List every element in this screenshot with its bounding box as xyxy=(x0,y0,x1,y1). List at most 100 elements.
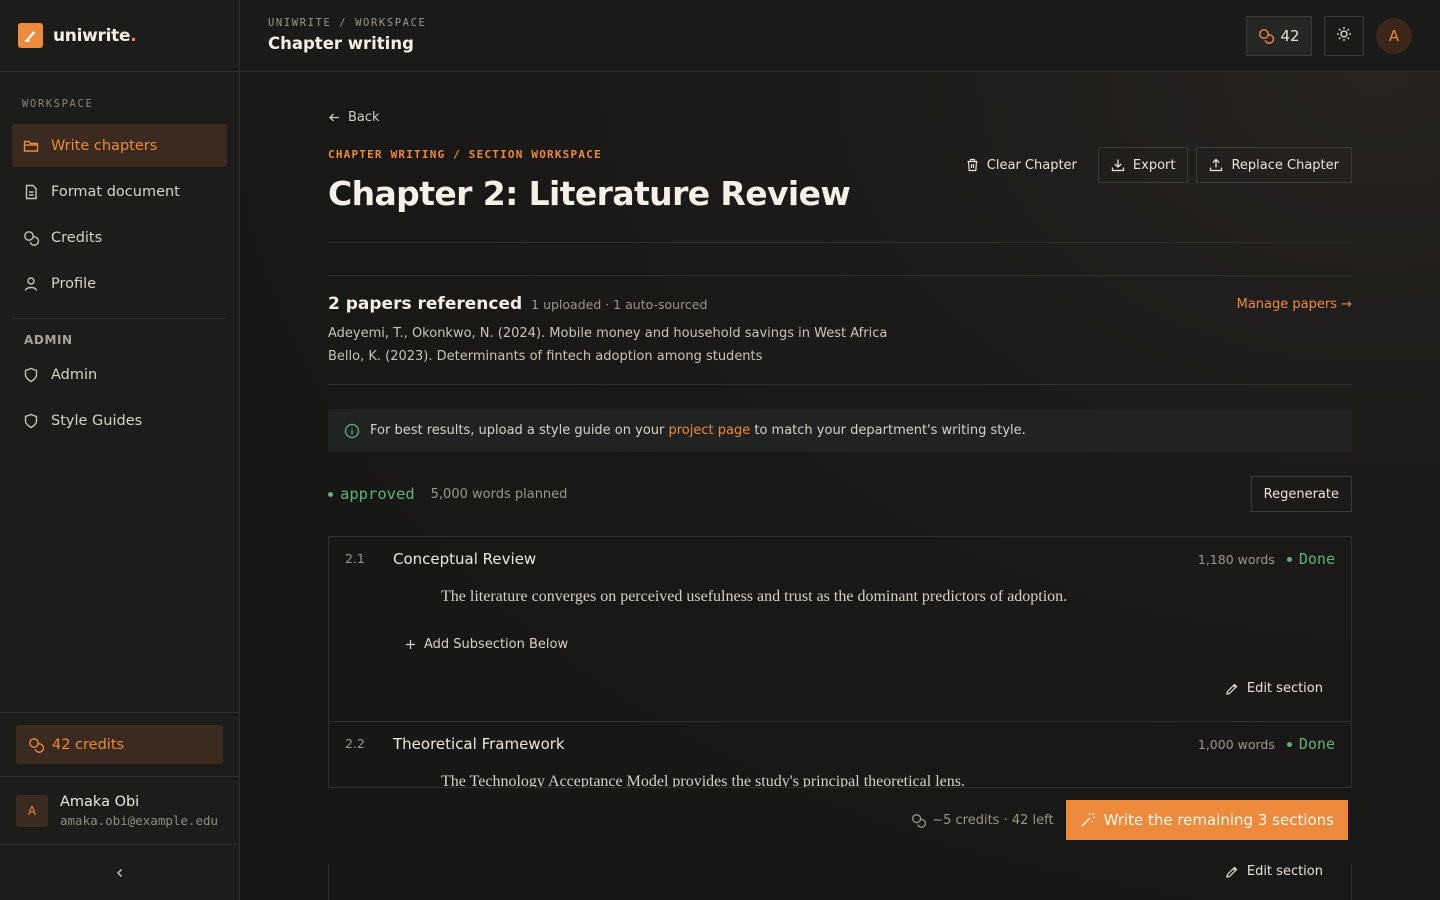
words-planned: 5,000 words planned xyxy=(430,486,568,502)
section-preview: The literature converges on perceived us… xyxy=(441,588,1068,605)
admin-section-label: ADMIN xyxy=(24,333,73,347)
document-icon xyxy=(23,184,39,200)
coins-icon xyxy=(28,737,44,753)
shield-icon xyxy=(23,367,39,383)
info-icon xyxy=(344,423,360,439)
plus-icon xyxy=(405,639,416,650)
avatar: A xyxy=(16,794,48,827)
manage-papers-link[interactable]: Manage papers → xyxy=(1237,297,1352,312)
regenerate-button[interactable]: Regenerate xyxy=(1250,476,1352,512)
section-word-count: 1,000 words xyxy=(1197,736,1275,752)
avatar[interactable]: A xyxy=(1376,18,1412,54)
sidebar-item-label: Credits xyxy=(51,229,103,246)
collapse-sidebar-button[interactable] xyxy=(0,844,239,900)
credits-label: 42 credits xyxy=(52,736,125,753)
paper-reference: Bello, K. (2023). Determinants of fintec… xyxy=(328,349,763,364)
main-content: Back CHAPTER WRITING / SECTION WORKSPACE… xyxy=(240,72,1440,900)
pencil-icon xyxy=(1225,865,1239,879)
section-preview: The Technology Acceptance Model provides… xyxy=(441,773,965,788)
brand-name: uniwrite. xyxy=(53,25,137,46)
sidebar-item-label: Admin xyxy=(51,366,98,383)
back-label: Back xyxy=(348,110,380,125)
project-page-link[interactable]: project page xyxy=(669,423,751,438)
upload-icon xyxy=(1209,158,1223,172)
theme-toggle-button[interactable] xyxy=(1324,16,1364,56)
section-number: 2.1 xyxy=(345,551,365,566)
papers-title: 2 papers referenced xyxy=(328,294,523,314)
sidebar-item-write-chapters[interactable]: Write chapters xyxy=(12,124,227,167)
edit-section-label: Edit section xyxy=(1246,681,1323,696)
section-card: Edit section xyxy=(328,864,1352,900)
back-link[interactable]: Back xyxy=(328,110,380,125)
status-dot xyxy=(1286,741,1292,747)
credit-count: 42 xyxy=(1280,27,1300,45)
sidebar-item-label: Write chapters xyxy=(51,137,158,154)
edit-section-button[interactable]: Edit section xyxy=(1225,864,1323,879)
pencil-icon xyxy=(1225,682,1239,696)
section-meta: 1,000 words Done xyxy=(1198,735,1335,753)
papers-subtitle: 1 uploaded · 1 auto-sourced xyxy=(531,297,708,312)
notice-text: For best results, upload a style guide o… xyxy=(370,423,1026,438)
add-subsection-button[interactable]: Add Subsection Below xyxy=(405,637,568,652)
sidebar-item-style-guides[interactable]: Style Guides xyxy=(12,399,227,442)
credit-balance-button[interactable]: 42 xyxy=(1246,16,1312,56)
section-title[interactable]: Theoretical Framework xyxy=(393,735,565,753)
coins-icon xyxy=(1258,28,1275,44)
status-badge: approved xyxy=(340,485,415,503)
sun-icon xyxy=(1336,26,1352,46)
divider xyxy=(328,242,1352,243)
status-dot xyxy=(1286,556,1292,562)
papers-header: 2 papers referenced 1 uploaded · 1 auto-… xyxy=(328,294,707,314)
user-menu[interactable]: A Amaka Obi amaka.obi@example.edu xyxy=(0,776,239,844)
user-icon xyxy=(23,276,39,292)
sidebar-item-label: Profile xyxy=(51,275,97,292)
divider xyxy=(328,275,1352,276)
export-label: Export xyxy=(1132,157,1176,173)
section-word-count: 1,180 words xyxy=(1197,551,1275,567)
clear-chapter-button[interactable]: Clear Chapter xyxy=(953,147,1090,183)
shield-icon xyxy=(23,413,39,429)
section-title[interactable]: Conceptual Review xyxy=(393,550,536,568)
sidebar-item-profile[interactable]: Profile xyxy=(12,262,227,305)
credit-cost-label: ~5 credits · 42 left xyxy=(932,812,1054,828)
style-guide-notice: For best results, upload a style guide o… xyxy=(328,409,1352,452)
edit-section-button[interactable]: Edit section xyxy=(1225,681,1323,696)
chapter-actions: Clear Chapter Export Replace Chapter xyxy=(953,147,1352,183)
section-status: Done xyxy=(1298,735,1335,753)
write-remaining-sections-button[interactable]: Write the remaining 3 sections xyxy=(1065,800,1348,840)
section-label: WORKSPACE xyxy=(22,98,94,110)
section-meta: 1,180 words Done xyxy=(1198,550,1335,568)
coins-icon xyxy=(23,230,39,246)
chapter-title: Chapter 2: Literature Review xyxy=(328,174,851,213)
sidebar: uniwrite. WORKSPACE Write chapters Forma… xyxy=(0,0,240,900)
chevron-left-icon xyxy=(115,863,125,882)
page-title: Chapter writing xyxy=(268,34,414,53)
section-number: 2.2 xyxy=(345,736,365,751)
user-name: Amaka Obi xyxy=(60,793,140,810)
sidebar-item-credits[interactable]: Credits xyxy=(12,216,227,259)
export-button[interactable]: Export xyxy=(1097,147,1189,183)
section-card: 2.1 Conceptual Review 1,180 words Done T… xyxy=(329,537,1351,722)
sidebar-item-label: Format document xyxy=(51,183,180,200)
section-card: 2.2 Theoretical Framework 1,000 words Do… xyxy=(329,722,1351,788)
write-remaining-label: Write the remaining 3 sections xyxy=(1103,811,1334,829)
sections-list: 2.1 Conceptual Review 1,180 words Done T… xyxy=(328,536,1352,788)
paper-reference: Adeyemi, T., Okonkwo, N. (2024). Mobile … xyxy=(328,326,888,341)
section-status: Done xyxy=(1298,550,1335,568)
trash-icon xyxy=(966,158,979,172)
credit-cost: ~5 credits · 42 left xyxy=(911,812,1054,828)
sidebar-item-admin[interactable]: Admin xyxy=(12,353,227,396)
credits-box-wrap: 42 credits xyxy=(0,712,239,776)
magic-wand-icon xyxy=(1080,812,1096,828)
replace-chapter-label: Replace Chapter xyxy=(1231,157,1339,173)
replace-chapter-button[interactable]: Replace Chapter xyxy=(1196,147,1352,183)
top-bar: UNIWRITE / WORKSPACE Chapter writing 42 … xyxy=(240,0,1440,72)
outline-status-row: approved 5,000 words planned Regenerate xyxy=(328,476,1352,512)
edit-section-label: Edit section xyxy=(1246,864,1323,879)
brand[interactable]: uniwrite. xyxy=(0,0,239,72)
breadcrumb: UNIWRITE / WORKSPACE xyxy=(268,17,427,29)
logo-icon xyxy=(18,23,43,48)
credits-button[interactable]: 42 credits xyxy=(16,725,223,764)
eyebrow: CHAPTER WRITING / SECTION WORKSPACE xyxy=(328,148,602,161)
sidebar-item-format-document[interactable]: Format document xyxy=(12,170,227,213)
